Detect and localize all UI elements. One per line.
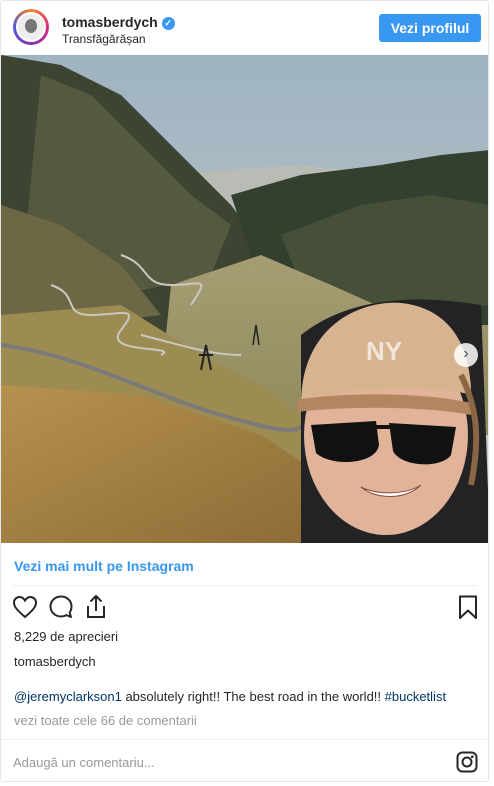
location-link[interactable]: Transfăgărășan xyxy=(62,32,146,46)
hashtag-link[interactable]: #bucketlist xyxy=(385,689,446,704)
share-icon[interactable] xyxy=(82,593,110,621)
mention-link[interactable]: @jeremyclarkson1 xyxy=(14,689,122,704)
comment-box: Adaugă un comentariu... xyxy=(1,739,488,781)
username-text[interactable]: tomasberdych xyxy=(62,14,158,30)
username[interactable]: tomasberdych ✓ xyxy=(62,14,175,30)
next-image-button[interactable]: › xyxy=(454,343,478,367)
instagram-logo-icon[interactable] xyxy=(456,751,478,773)
avatar[interactable] xyxy=(13,9,49,45)
bookmark-icon[interactable] xyxy=(454,593,482,621)
instagram-embed-card: tomasberdych ✓ Transfăgărășan Vezi profil… xyxy=(0,0,489,782)
avatar-image xyxy=(16,12,46,42)
verified-badge-icon: ✓ xyxy=(161,17,175,30)
cap-logo-text: NY xyxy=(366,336,402,366)
comment-input[interactable]: Adaugă un comentariu... xyxy=(13,755,155,770)
divider xyxy=(13,585,477,586)
caption-text: absolutely right!! The best road in the … xyxy=(121,689,385,704)
view-more-on-instagram-link[interactable]: Vezi mai mult pe Instagram xyxy=(14,558,194,574)
comment-icon[interactable] xyxy=(47,593,75,621)
view-all-comments-link[interactable]: vezi toate cele 66 de comentarii xyxy=(14,713,197,728)
mountain-road-selfie-image: NY xyxy=(1,55,488,543)
heart-icon[interactable] xyxy=(11,593,39,621)
action-bar xyxy=(1,591,488,623)
post-photo[interactable]: NY › xyxy=(1,55,488,543)
poster-username[interactable]: tomasberdych xyxy=(14,654,96,669)
post-header: tomasberdych ✓ Transfăgărășan Vezi profil… xyxy=(1,1,488,55)
likes-count[interactable]: 8,229 de aprecieri xyxy=(14,629,118,644)
view-profile-button[interactable]: Vezi profilul xyxy=(379,14,481,42)
post-caption: @jeremyclarkson1 absolutely right!! The … xyxy=(14,689,446,704)
